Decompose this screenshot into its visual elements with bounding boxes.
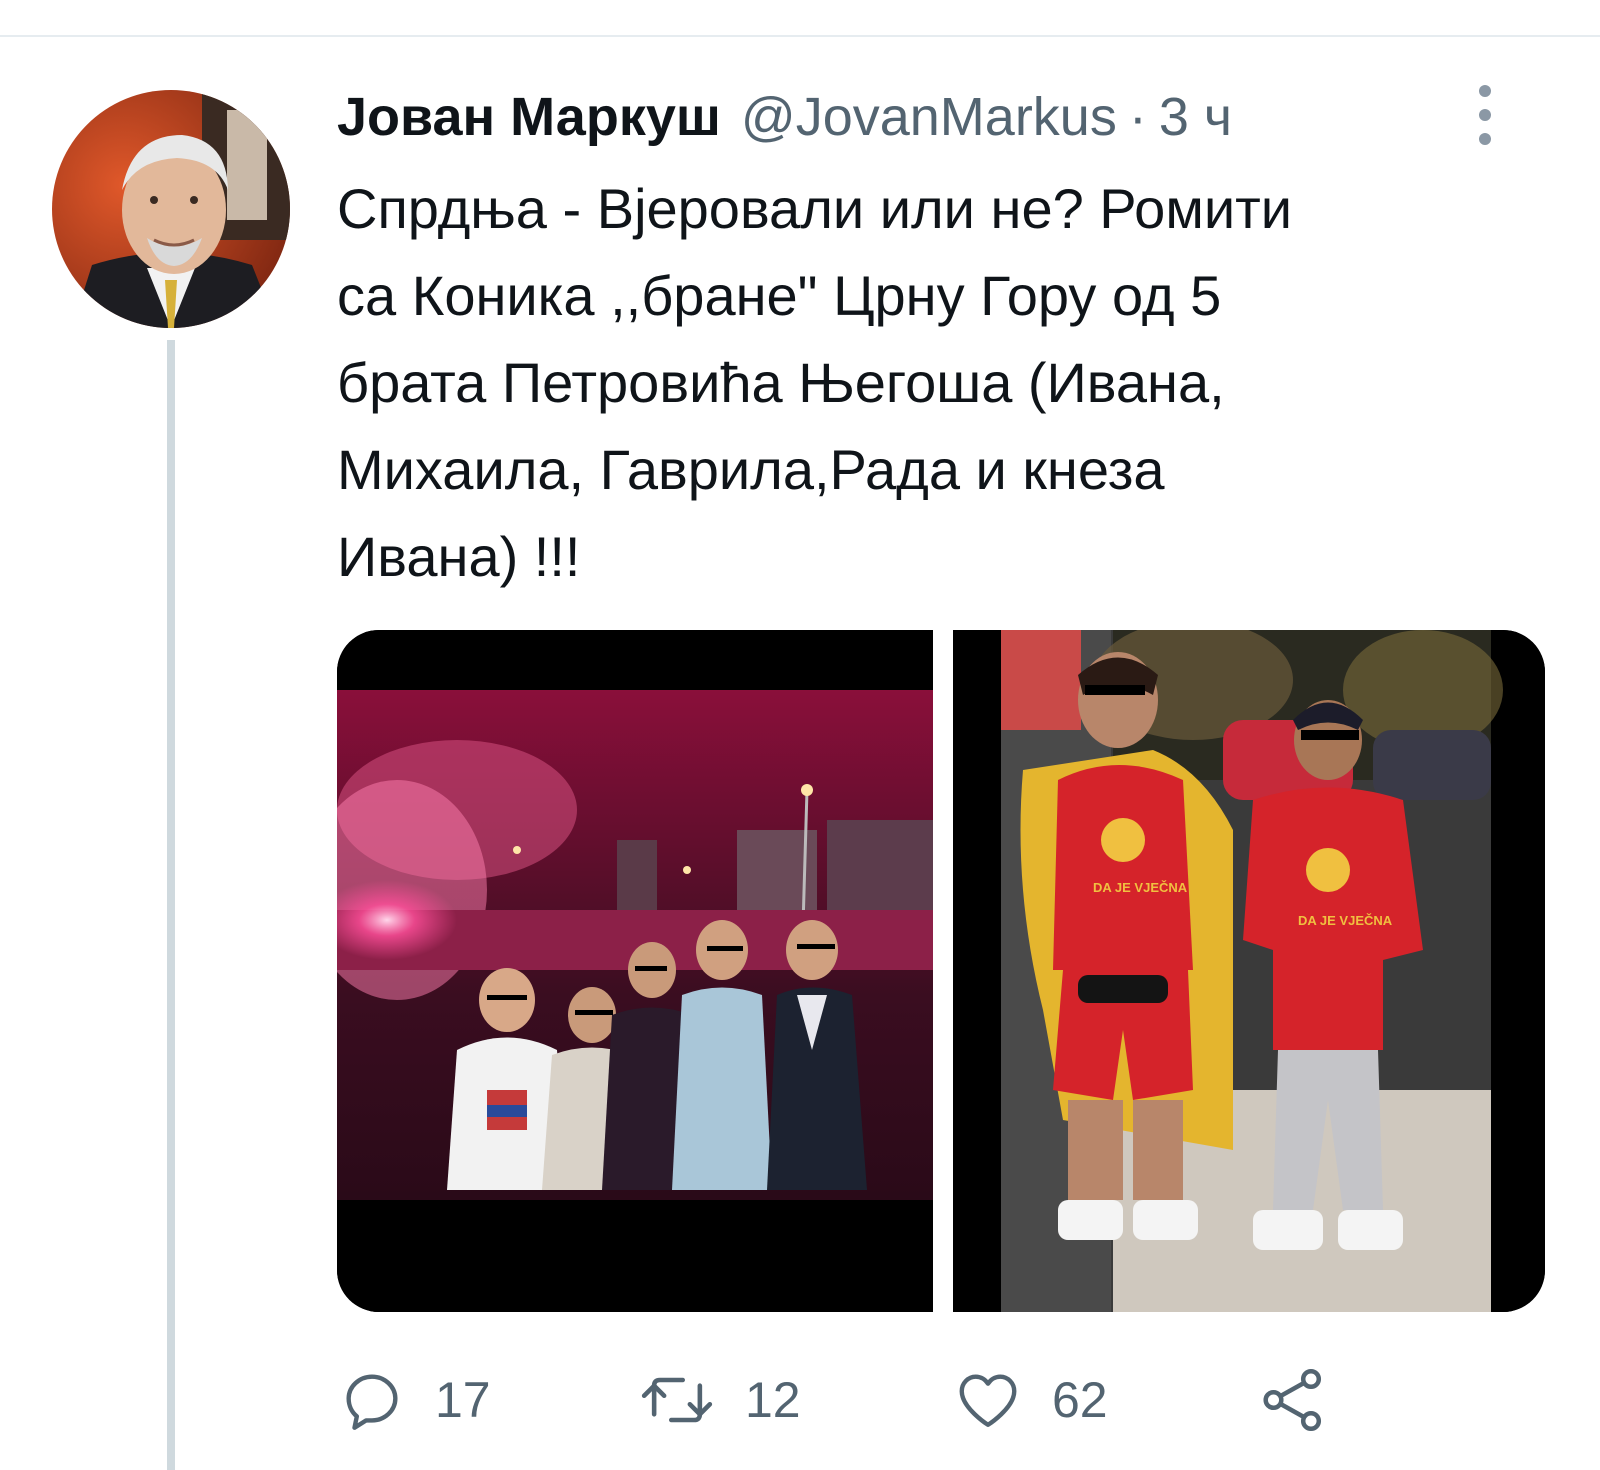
timestamp[interactable]: 3 ч [1159,82,1232,152]
like-count: 62 [1052,1372,1108,1428]
share-icon [1263,1368,1322,1432]
tweet-header: Јован Маркуш @JovanMarkus · 3 ч [337,82,1232,152]
retweet-button[interactable]: 12 [637,1360,801,1440]
retweet-count: 12 [745,1372,801,1428]
media-photo-2[interactable]: DA JE VJEČNA DA JE VJEČNA [953,630,1545,1312]
more-options-button[interactable] [1465,85,1505,145]
more-dot-icon [1479,85,1491,97]
display-name[interactable]: Јован Маркуш [337,82,721,152]
shirt-text: DA JE VJEČNA [1298,913,1393,928]
like-button[interactable]: 62 [952,1360,1108,1440]
action-bar: 17 12 62 [337,1360,1367,1440]
shirt-text: DA JE VJEČNA [1093,880,1188,895]
reply-icon [346,1374,398,1430]
avatar-image [52,90,290,328]
tweet-text: Спрдња - Вјеровали или не? Ромити са Кон… [337,177,1293,588]
avatar[interactable] [52,90,290,328]
media-photo-1[interactable] [337,630,933,1312]
separator: · [1128,87,1147,147]
retweet-icon [641,1377,713,1423]
reply-button[interactable]: 17 [337,1360,491,1440]
photo-icon: DA JE VJEČNA DA JE VJEČNA [953,630,1545,1312]
thread-line [167,340,175,1470]
heart-icon [959,1374,1017,1427]
handle[interactable]: @JovanMarkus [741,82,1117,152]
share-button[interactable] [1257,1360,1329,1440]
photo-icon [337,630,933,1312]
tweet[interactable]: Јован Маркуш @JovanMarkus · 3 ч Спрдња -… [0,0,1600,1470]
reply-count: 17 [435,1372,491,1428]
media-grid: DA JE VJEČNA DA JE VJEČNA [337,630,1545,1312]
more-dot-icon [1479,133,1491,145]
more-dot-icon [1479,109,1491,121]
